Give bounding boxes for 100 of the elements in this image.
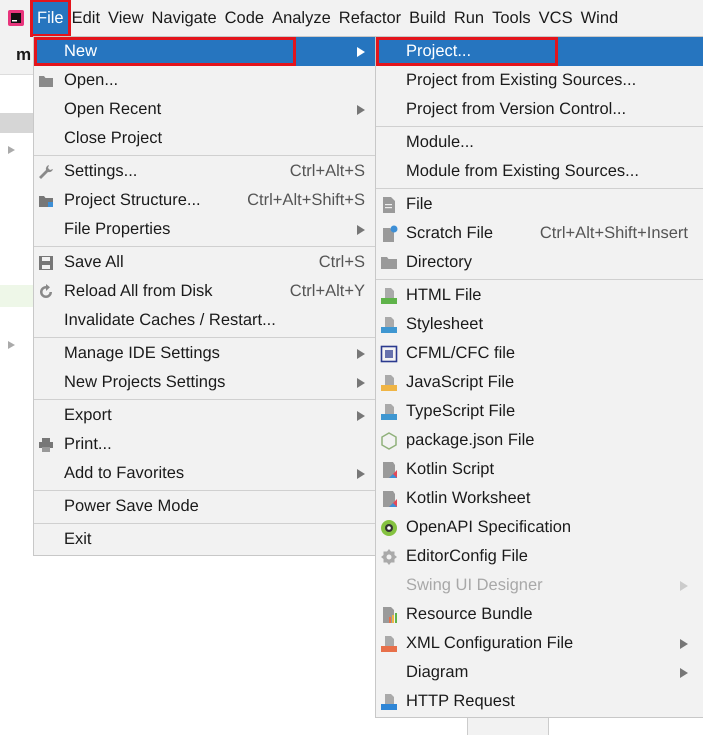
menu-item-label: File Properties <box>64 220 170 239</box>
menu-item-label: Project... <box>406 42 472 61</box>
menu-item-label: Exit <box>64 530 92 549</box>
menu-item[interactable]: Project Structure... Ctrl+Alt+Shift+S <box>34 186 377 215</box>
menu-item[interactable]: EditorConfig File <box>376 542 703 571</box>
menu-item[interactable]: Directory <box>376 248 703 277</box>
menu-item[interactable]: JavaScript File <box>376 368 703 397</box>
menu-item[interactable]: New Projects Settings <box>34 368 377 397</box>
menu-item-label: package.json File <box>406 431 534 450</box>
menu-item[interactable]: Reload All from Disk Ctrl+Alt+Y <box>34 277 377 306</box>
menu-item[interactable]: XML Configuration File <box>376 629 703 658</box>
menu-item[interactable]: Resource Bundle <box>376 600 703 629</box>
menu-item-label: Module from Existing Sources... <box>406 162 639 181</box>
menu-item[interactable]: Close Project <box>34 124 377 153</box>
menu-item[interactable]: Power Save Mode <box>34 492 377 521</box>
menu-item-label: Resource Bundle <box>406 605 533 624</box>
menu-item-label: Kotlin Worksheet <box>406 489 530 508</box>
menu-item[interactable]: New <box>34 37 377 66</box>
menu-item[interactable]: HTTP Request <box>376 687 703 716</box>
menu-item-label: Open Recent <box>64 100 162 119</box>
menu-item[interactable]: Diagram <box>376 658 703 687</box>
document-icon <box>380 224 398 242</box>
menu-item-label: Swing UI Designer <box>406 576 543 595</box>
menu-bar-item[interactable]: Build <box>405 2 450 34</box>
menu-item[interactable]: Kotlin Script <box>376 455 703 484</box>
shortcut-label: Ctrl+Alt+Shift+Insert <box>538 224 688 243</box>
menu-item-label: HTTP Request <box>406 692 515 711</box>
menu-item-label: Module... <box>406 133 474 152</box>
reload-icon <box>38 284 54 300</box>
menu-bar-item[interactable]: VCS <box>534 2 577 34</box>
menu-item[interactable]: TypeScript File <box>376 397 703 426</box>
menu-item[interactable]: Invalidate Caches / Restart... <box>34 306 377 335</box>
menu-item-label: Kotlin Script <box>406 460 494 479</box>
menu-item[interactable]: OpenAPI Specification <box>376 513 703 542</box>
menu-item[interactable]: File <box>376 190 703 219</box>
menu-item[interactable]: Project from Existing Sources... <box>376 66 703 95</box>
wrench-icon <box>38 164 54 180</box>
shortcut-label: Ctrl+Alt+Shift+S <box>246 191 365 210</box>
menu-item[interactable]: Print... <box>34 430 377 459</box>
menu-item[interactable]: File Properties <box>34 215 377 244</box>
menu-bar-item[interactable]: Navigate <box>148 2 221 34</box>
menu-item-label: Project from Version Control... <box>406 100 626 119</box>
menu-item[interactable]: Stylesheet <box>376 310 703 339</box>
menu-bar-item[interactable]: File <box>33 2 68 34</box>
menu-item-label: Project from Existing Sources... <box>406 71 636 90</box>
project-label: m <box>16 45 32 65</box>
menu-item[interactable]: Open... <box>34 66 377 95</box>
menu-item[interactable]: Kotlin Worksheet <box>376 484 703 513</box>
menu-item-label: File <box>406 195 433 214</box>
menu-bar-item[interactable]: Analyze <box>268 2 335 34</box>
save-icon <box>38 254 54 270</box>
menu-item-label: Open... <box>64 71 118 90</box>
shortcut-label: Ctrl+Alt+Y <box>288 282 365 301</box>
menu-item-label: New Projects Settings <box>64 373 226 392</box>
menu-item[interactable]: Open Recent <box>34 95 377 124</box>
menu-item-label: Close Project <box>64 129 162 148</box>
menu-item[interactable]: Project... <box>376 37 703 66</box>
menu-item[interactable]: Module... <box>376 128 703 157</box>
menu-bar-item[interactable]: Edit <box>68 2 104 34</box>
shortcut-label: Ctrl+S <box>318 253 365 272</box>
menu-bar-item[interactable]: Wind <box>576 2 622 34</box>
printer-icon <box>38 436 54 452</box>
menu-item-label: TypeScript File <box>406 402 516 421</box>
menu-item-label: EditorConfig File <box>406 547 528 566</box>
menu-item[interactable]: Add to Favorites <box>34 459 377 488</box>
menu-item-label: HTML File <box>406 286 482 305</box>
tree-toggle-icon[interactable] <box>6 145 16 155</box>
menu-item-label: Scratch File <box>406 224 494 243</box>
menu-item[interactable]: Exit <box>34 525 377 554</box>
menu-bar-item[interactable]: Tools <box>488 2 535 34</box>
menu-item-label: OpenAPI Specification <box>406 518 572 537</box>
menu-item-label: Print... <box>64 435 112 454</box>
menu-bar-item[interactable]: View <box>104 2 148 34</box>
menu-item-label: Export <box>64 406 112 425</box>
menu-item-label: Stylesheet <box>406 315 484 334</box>
menu-item[interactable]: package.json File <box>376 426 703 455</box>
menu-item-label: Invalidate Caches / Restart... <box>64 311 276 330</box>
menu-item-label: CFML/CFC file <box>406 344 516 363</box>
menu-item-label: JavaScript File <box>406 373 514 392</box>
app-logo-icon <box>8 10 24 26</box>
shortcut-label: Ctrl+Alt+S <box>288 162 365 181</box>
menu-item[interactable]: Scratch File Ctrl+Alt+Shift+Insert <box>376 219 703 248</box>
menu-item[interactable]: Settings... Ctrl+Alt+S <box>34 157 377 186</box>
menu-item-label: XML Configuration File <box>406 634 574 653</box>
menu-item-label: Power Save Mode <box>64 497 199 516</box>
menu-item[interactable]: Save All Ctrl+S <box>34 248 377 277</box>
document-icon <box>380 196 398 214</box>
menu-item-label: Add to Favorites <box>64 464 184 483</box>
menu-item[interactable]: Project from Version Control... <box>376 95 703 124</box>
menu-bar-item[interactable]: Refactor <box>334 2 406 34</box>
menu-item[interactable]: Export <box>34 401 377 430</box>
menu-item[interactable]: CFML/CFC file <box>376 339 703 368</box>
menu-item[interactable]: Manage IDE Settings <box>34 339 377 368</box>
menu-bar-item[interactable]: Code <box>220 2 268 34</box>
menu-bar-item[interactable]: Run <box>450 2 488 34</box>
menu-item-label: Project Structure... <box>64 191 201 210</box>
menu-item[interactable]: HTML File <box>376 281 703 310</box>
menu-item[interactable]: Module from Existing Sources... <box>376 157 703 186</box>
tree-toggle-icon[interactable] <box>6 340 16 350</box>
menu-item-label: New <box>64 42 98 61</box>
